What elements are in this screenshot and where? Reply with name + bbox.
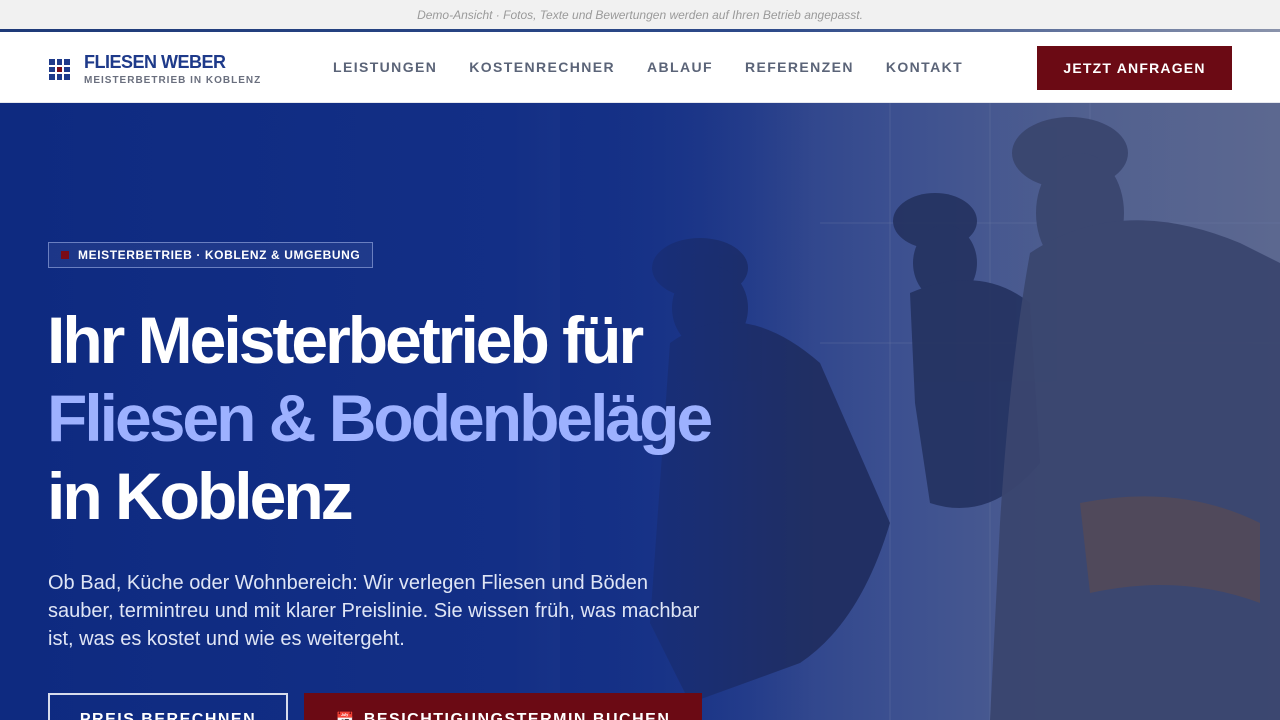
hero-badge-text: MEISTERBETRIEB · KOBLENZ & UMGEBUNG <box>78 248 361 262</box>
demo-notice-bar: Demo-Ansicht · Fotos, Texte und Bewertun… <box>0 0 1280 29</box>
jetzt-anfragen-button[interactable]: JETZT ANFRAGEN <box>1037 46 1232 90</box>
nav-item-kostenrechner[interactable]: KOSTENRECHNER <box>469 59 615 75</box>
calendar-icon: 📅 <box>336 711 356 720</box>
main-nav: LEISTUNGEN KOSTENRECHNER ABLAUF REFERENZ… <box>333 59 995 75</box>
nav-item-referenzen[interactable]: REFERENZEN <box>745 59 854 75</box>
hero-headline: Ihr Meisterbetrieb für Fliesen & Bodenbe… <box>47 301 867 535</box>
besichtigungstermin-button[interactable]: 📅 BESICHTIGUNGSTERMIN BUCHEN <box>304 693 702 720</box>
site-header: FLIESEN WEBER MEISTERBETRIEB IN KOBLENZ … <box>0 32 1280 103</box>
headline-line-3: in Koblenz <box>47 459 354 533</box>
hero-badge: MEISTERBETRIEB · KOBLENZ & UMGEBUNG <box>48 242 374 268</box>
nav-item-leistungen[interactable]: LEISTUNGEN <box>333 59 437 75</box>
demo-notice-text: Demo-Ansicht · Fotos, Texte und Bewertun… <box>417 7 863 22</box>
preis-berechnen-button[interactable]: PREIS BERECHNEN <box>48 693 288 720</box>
brand-tagline: MEISTERBETRIEB IN KOBLENZ <box>84 75 262 86</box>
headline-line-1: Ihr Meisterbetrieb für <box>47 303 644 377</box>
hero-section: MEISTERBETRIEB · KOBLENZ & UMGEBUNG Ihr … <box>0 103 1280 720</box>
headline-line-2: Fliesen & Bodenbeläge <box>47 381 713 455</box>
nav-item-ablauf[interactable]: ABLAUF <box>647 59 713 75</box>
nav-item-kontakt[interactable]: KONTAKT <box>886 59 963 75</box>
badge-marker-icon <box>61 251 69 259</box>
besichtigungstermin-label: BESICHTIGUNGSTERMIN BUCHEN <box>363 711 671 720</box>
brand-name: FLIESEN WEBER <box>84 52 226 72</box>
hero-lead-text: Ob Bad, Küche oder Wohnbereich: Wir verl… <box>48 572 700 650</box>
logo[interactable]: FLIESEN WEBER MEISTERBETRIEB IN KOBLENZ <box>49 53 261 86</box>
tile-grid-icon <box>49 59 70 80</box>
